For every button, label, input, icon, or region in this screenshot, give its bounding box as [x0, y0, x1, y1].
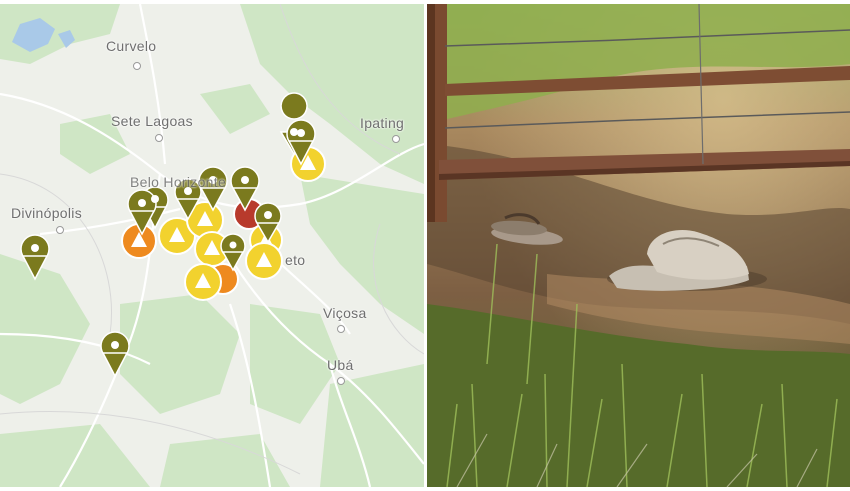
photo-panel	[427, 4, 850, 487]
city-dot-sete-lagoas	[155, 134, 163, 142]
city-label-sete-lagoas: Sete Lagoas	[111, 113, 193, 129]
city-dot-vicosa	[337, 325, 345, 333]
yellow-warning-marker[interactable]	[245, 242, 283, 280]
city-label-ouro-preto: eto	[285, 252, 306, 268]
map-canvas	[0, 4, 424, 487]
city-label-divinopolis: Divinópolis	[11, 205, 82, 221]
city-label-vicosa: Viçosa	[323, 305, 367, 321]
city-label-uba: Ubá	[327, 357, 354, 373]
city-label-curvelo: Curvelo	[106, 38, 157, 54]
photo-scene	[427, 4, 850, 487]
city-dot-divinopolis	[56, 226, 64, 234]
map-panel[interactable]: Curvelo Sete Lagoas Ipating Divinópolis …	[0, 4, 424, 487]
city-label-ipating: Ipating	[360, 115, 405, 131]
city-dot-uba	[337, 377, 345, 385]
yellow-warning-marker[interactable]	[184, 263, 222, 301]
city-dot-ipating	[392, 135, 400, 143]
city-label-belo-horizonte: Belo Horizonte	[130, 174, 227, 190]
city-dot-curvelo	[133, 62, 141, 70]
